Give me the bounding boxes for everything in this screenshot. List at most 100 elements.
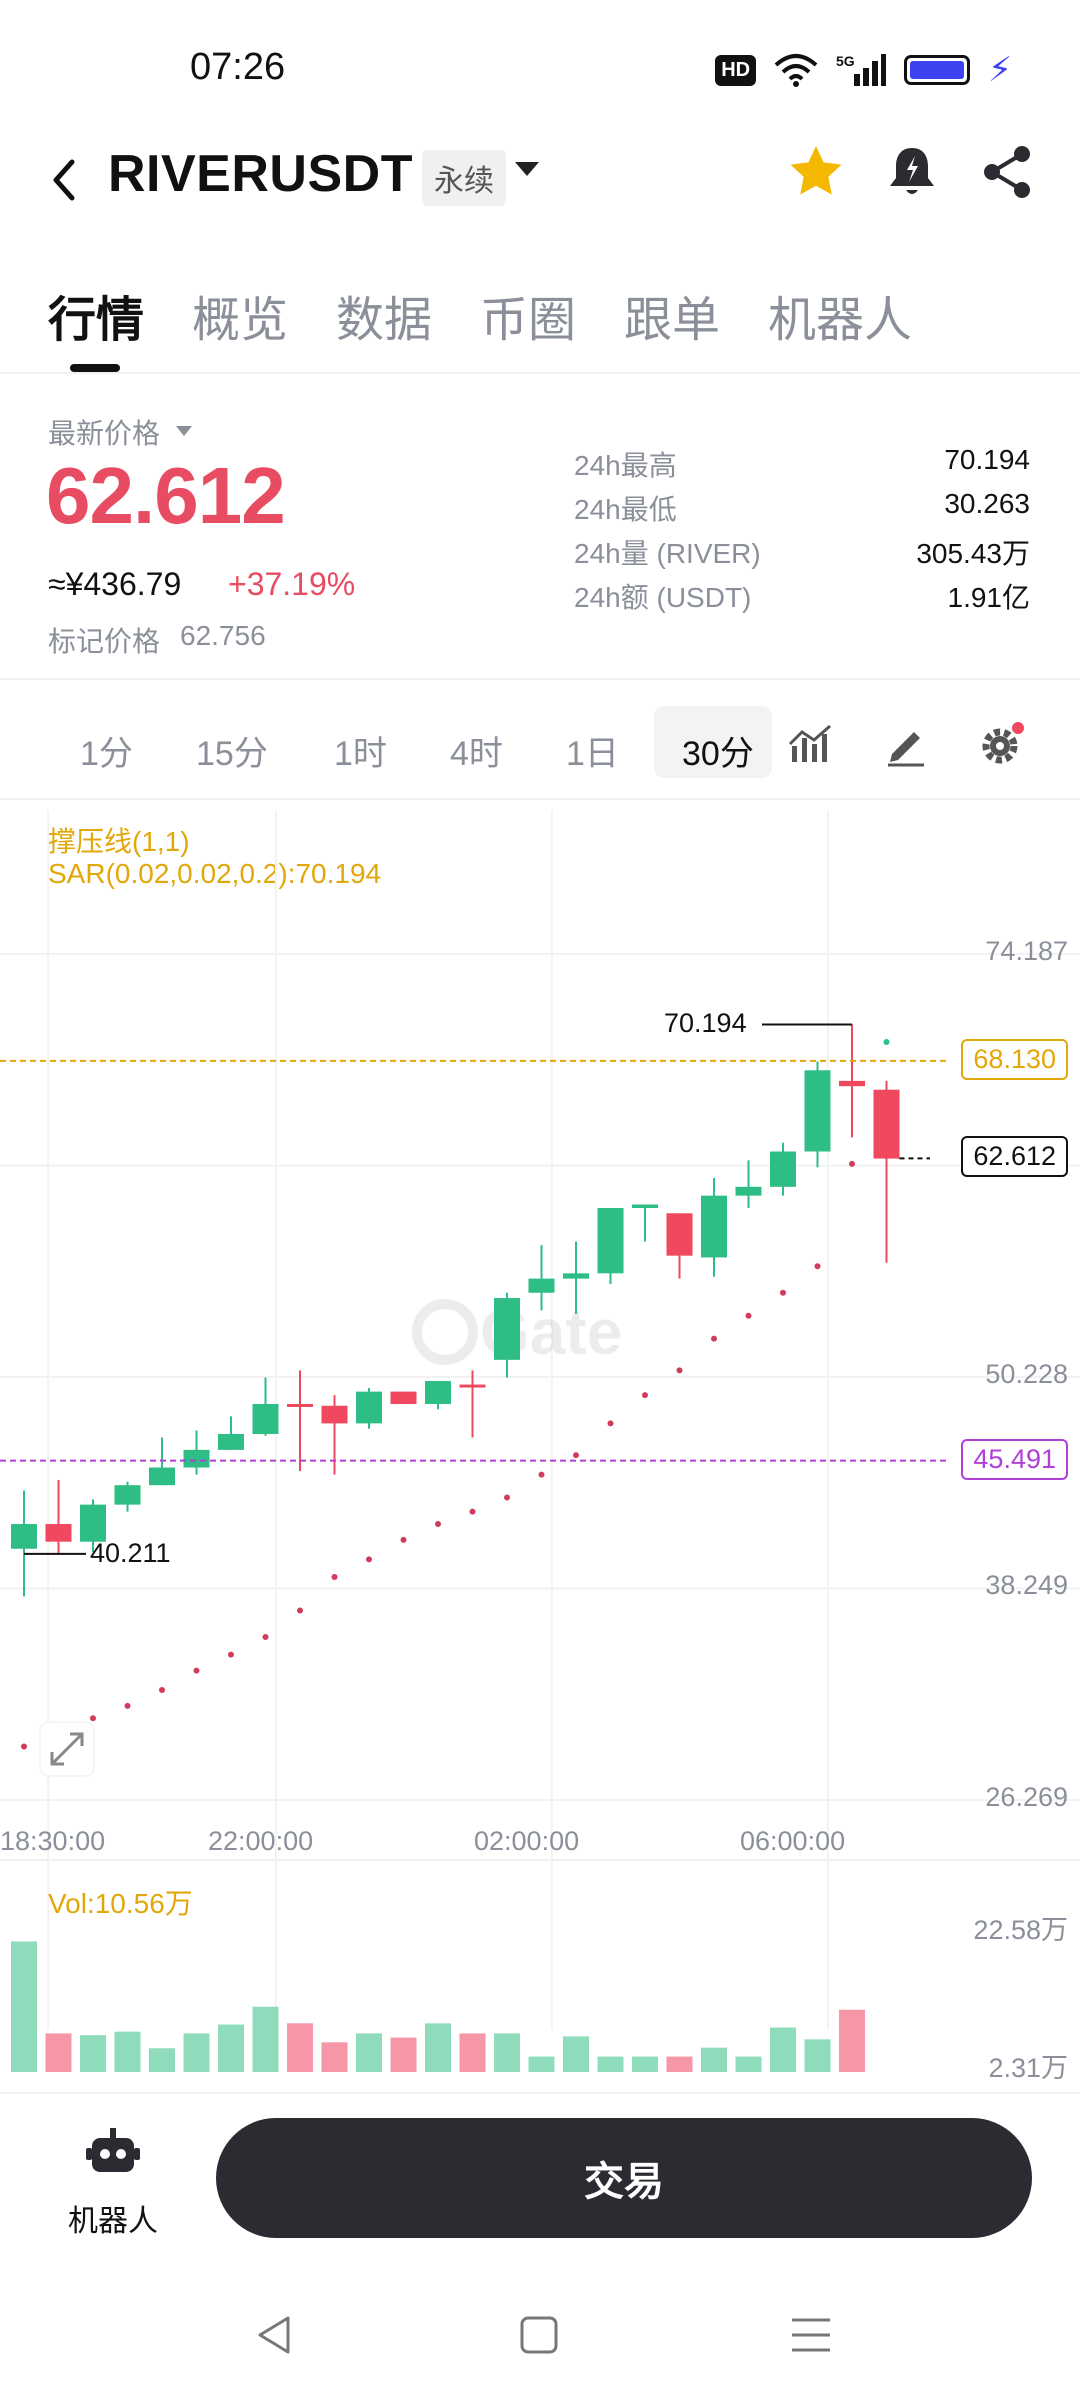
interval-15m[interactable]: 15分 (196, 726, 268, 775)
interval-4h[interactable]: 4时 (450, 726, 503, 775)
interval-1m[interactable]: 1分 (80, 726, 133, 775)
mark-price: 62.756 (180, 620, 266, 651)
candle-body (563, 1273, 589, 1279)
sar-dot (228, 1651, 234, 1658)
volume-bar (597, 2056, 624, 2072)
interval-30m[interactable]: 30分 (682, 726, 754, 775)
sar-dot (607, 1420, 614, 1427)
tab-bots[interactable]: 机器人 (768, 280, 912, 350)
volume-bar (770, 2027, 796, 2072)
volume-bar (425, 2023, 451, 2072)
sar-dot (883, 1039, 890, 1046)
charging-icon: ⚡ (988, 51, 1012, 89)
system-nav-bar (0, 2272, 1080, 2400)
candle-body (804, 1070, 831, 1152)
price-line-tag-resistance[interactable]: 68.130 (961, 1038, 1068, 1080)
price-line-tag-support[interactable]: 45.491 (961, 1438, 1068, 1480)
trade-button[interactable]: 交易 (216, 2118, 1032, 2238)
x-axis-label: 02:00:00 (474, 1826, 580, 1856)
stat-24h-low: 24h最低 30.263 (574, 488, 1030, 528)
stat-label: 24h额 (USDT) (574, 582, 752, 613)
indicators-icon[interactable] (786, 720, 834, 768)
sar-dot (90, 1715, 96, 1722)
volume-bar (735, 2056, 762, 2072)
star-icon[interactable] (786, 142, 846, 202)
candle-body (287, 1403, 313, 1407)
last-price: 62.612 (46, 451, 286, 540)
robot-icon[interactable] (86, 2126, 140, 2180)
volume-bar (114, 2031, 141, 2072)
status-bar: 07:26 HD 5G ⚡ (0, 0, 1080, 130)
kline-chart[interactable]: 撑压线(1,1) SAR(0.02,0.02,0.2):70.194 Gate … (0, 810, 1080, 2090)
network-type: 5G (836, 53, 855, 69)
sar-dot (193, 1667, 200, 1674)
sar-dot (297, 1607, 303, 1614)
volume-axis-label: 2.31万 (988, 2053, 1068, 2083)
share-icon[interactable] (978, 142, 1038, 202)
volume-bar (149, 2048, 175, 2072)
sar-dot (504, 1494, 510, 1501)
volume-bar (356, 2033, 382, 2072)
nav-home-icon[interactable] (516, 2312, 562, 2358)
candle-body (252, 1403, 279, 1434)
candle-body (597, 1208, 624, 1274)
volume-bar (390, 2037, 417, 2072)
stat-label: 24h最高 (574, 450, 677, 481)
chevron-down-icon[interactable] (176, 426, 192, 436)
high-annotation: 70.194 (664, 1008, 747, 1039)
tab-community[interactable]: 币圈 (480, 280, 576, 350)
candle-body (459, 1384, 486, 1388)
sar-dot (331, 1573, 338, 1580)
change-percent: +37.19% (228, 566, 356, 602)
y-axis-label: 50.228 (985, 1359, 1068, 1389)
chevron-down-icon[interactable] (515, 162, 539, 176)
volume-bar (45, 2033, 72, 2072)
sar-dot (435, 1521, 441, 1528)
sar-dot (21, 1743, 27, 1750)
candle-body (114, 1485, 141, 1505)
candle-body (149, 1467, 175, 1486)
sar-dot (538, 1471, 545, 1478)
sar-dot (642, 1392, 648, 1399)
robot-label[interactable]: 机器人 (68, 2196, 158, 2240)
volume-bar (252, 2006, 279, 2072)
price-panel: 最新价格 62.612 ≈¥436.79 +37.19% 标记价格 62.756… (0, 380, 1080, 680)
pair-title[interactable]: RIVERUSDT (108, 144, 413, 204)
x-axis-label: 18:30:00 (0, 1826, 106, 1856)
sar-dot (711, 1335, 717, 1342)
nav-back-icon[interactable] (252, 2312, 298, 2358)
latest-price-label[interactable]: 最新价格 (48, 412, 160, 452)
interval-1d[interactable]: 1日 (566, 726, 619, 775)
interval-toolbar: 1分 15分 1时 4时 1日 30分 (0, 690, 1080, 800)
draw-pen-icon[interactable] (882, 720, 930, 768)
x-axis-label: 22:00:00 (208, 1826, 314, 1856)
active-tab-indicator (70, 364, 120, 372)
sar-dot (262, 1634, 269, 1641)
header: RIVERUSDT 永续 (0, 130, 1080, 260)
interval-1h[interactable]: 1时 (334, 726, 387, 775)
candle-body (666, 1213, 693, 1256)
volume-bar (218, 2024, 244, 2072)
last-price-tag: 62.612 (961, 1136, 1068, 1178)
volume-bar (459, 2033, 486, 2072)
volume-bar (287, 2023, 313, 2072)
candle-body (80, 1504, 106, 1542)
tab-data[interactable]: 数据 (336, 280, 432, 350)
candle-body (735, 1186, 762, 1196)
tab-market[interactable]: 行情 (48, 280, 144, 350)
tab-overview[interactable]: 概览 (192, 280, 288, 350)
mark-price-label: 标记价格 (48, 626, 161, 657)
back-icon[interactable] (40, 150, 90, 210)
stat-24h-turnover: 24h额 (USDT) 1.91亿 (574, 576, 1030, 616)
candle-body (425, 1381, 451, 1404)
sar-dot (159, 1686, 165, 1693)
nav-menu-icon[interactable] (788, 2312, 834, 2358)
tab-copy-trading[interactable]: 跟单 (624, 280, 720, 350)
settings-gear-icon[interactable] (978, 720, 1026, 768)
low-annotation: 40.211 (90, 1537, 171, 1568)
volume-bar (563, 2036, 589, 2072)
y-axis-label: 26.269 (985, 1782, 1068, 1812)
sar-dot (676, 1367, 683, 1374)
price-alert-icon[interactable] (882, 142, 942, 202)
stat-value: 70.194 (944, 444, 1030, 475)
